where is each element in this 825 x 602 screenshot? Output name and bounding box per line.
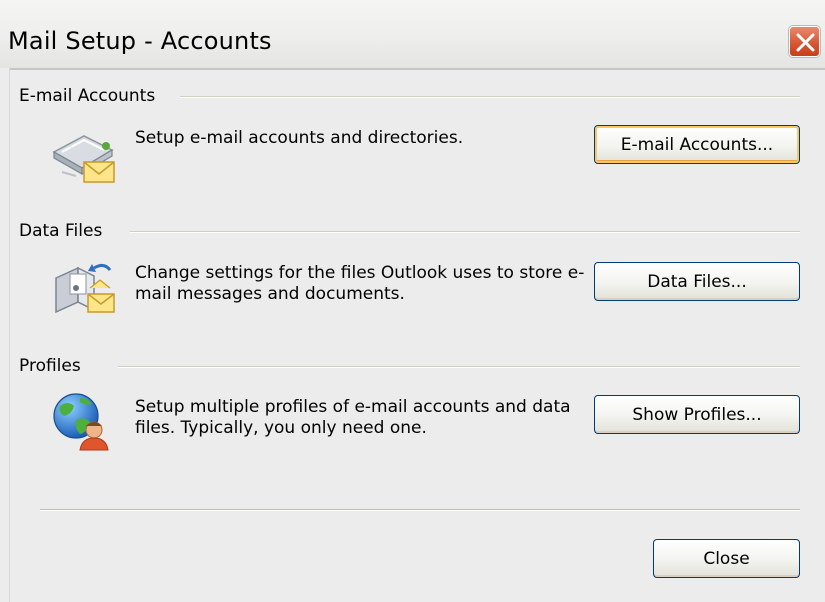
email-accounts-icon [52,135,115,183]
profiles-icon [53,393,109,451]
close-button[interactable]: Close [653,539,800,578]
data-files-button[interactable]: Data Files... [594,262,800,301]
show-profiles-button[interactable]: Show Profiles... [594,395,800,434]
section-title-email-accounts: E-mail Accounts [19,86,164,106]
mail-setup-dialog: Mail Setup - Accounts E-mail Accounts Se… [0,0,825,602]
section-divider [130,231,800,233]
section-title-profiles: Profiles [19,356,89,376]
title-divider [9,68,825,70]
section-description-email-accounts: Setup e-mail accounts and directories. [135,128,464,148]
section-description-profiles: Setup multiple profiles of e-mail accoun… [135,397,571,438]
data-files-icon [55,263,115,314]
section-description-data-files: Change settings for the files Outlook us… [135,263,585,304]
title-bar[interactable]: Mail Setup - Accounts [0,0,825,68]
section-divider [118,366,800,368]
email-accounts-button[interactable]: E-mail Accounts... [594,125,800,164]
window-title: Mail Setup - Accounts [8,27,272,55]
window-frame-edge [9,68,10,602]
footer-divider [40,509,800,511]
close-window-button[interactable] [789,26,820,57]
section-divider [180,96,800,98]
section-title-data-files: Data Files [19,221,111,241]
close-icon [796,33,815,52]
